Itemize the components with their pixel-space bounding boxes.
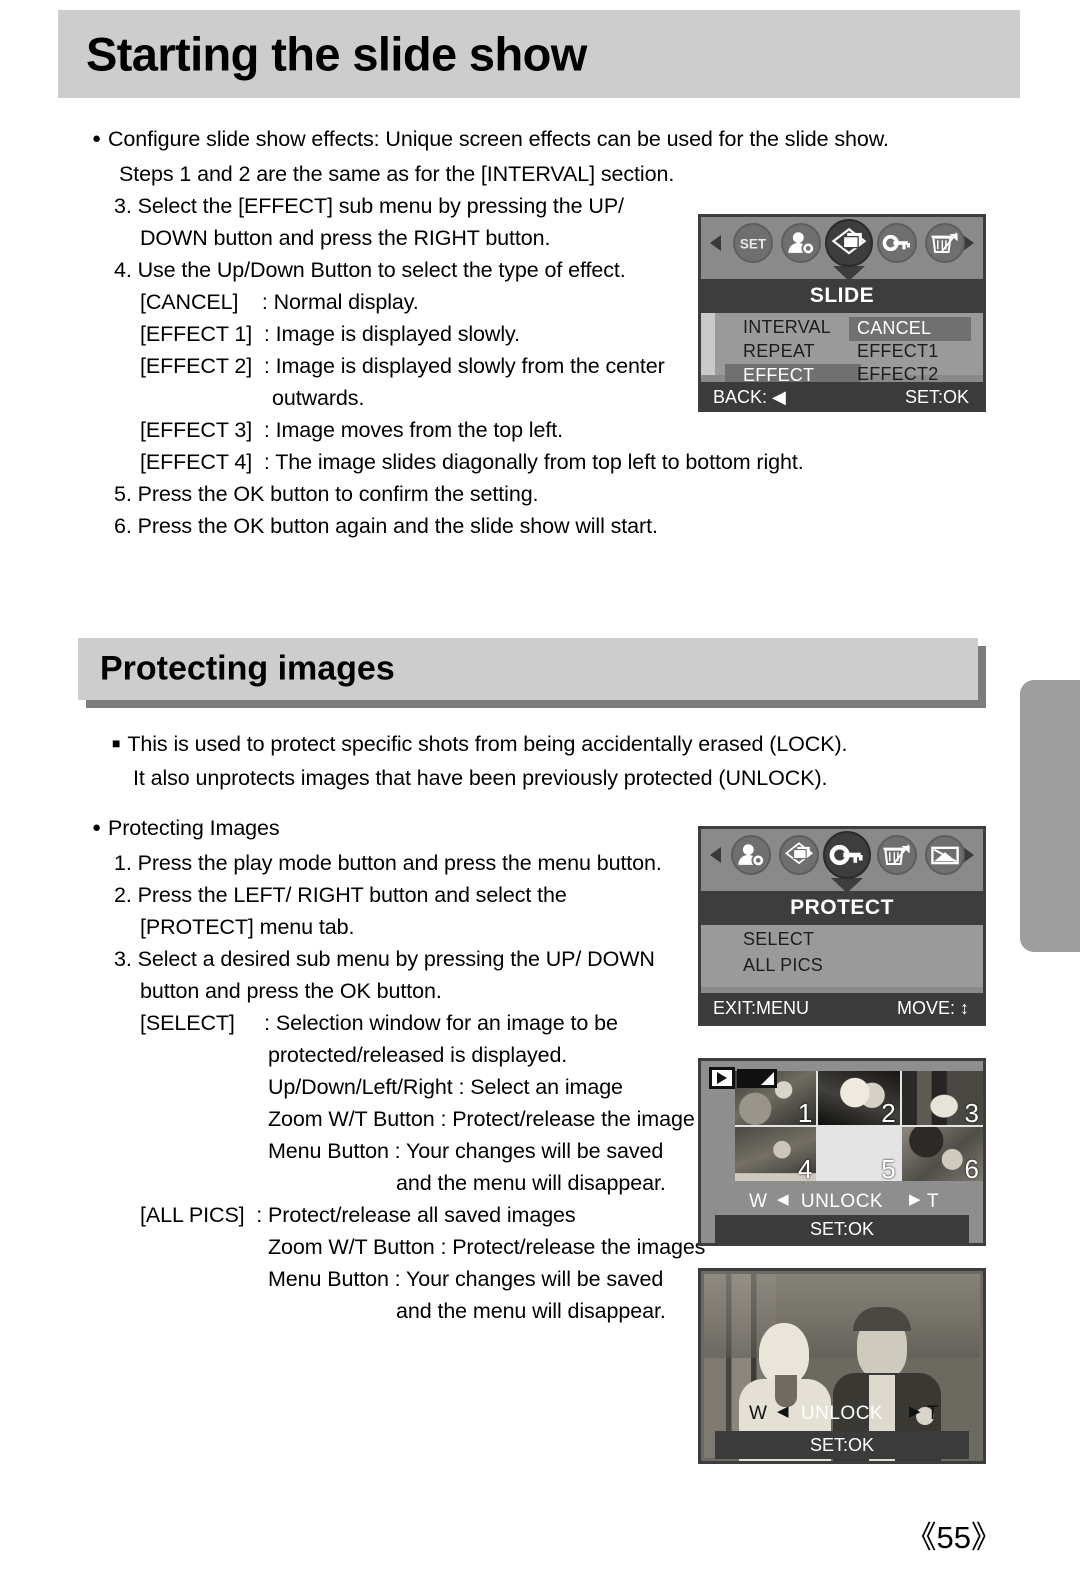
right-triangle-icon: ▶ bbox=[908, 1403, 921, 1420]
setok-bar: SET:OK bbox=[715, 1215, 969, 1243]
zoom-t-label: T bbox=[926, 1191, 939, 1212]
lcd-title-slide: SLIDE bbox=[701, 279, 983, 313]
slideshow-icon[interactable] bbox=[825, 219, 873, 267]
instruction-line: Protecting Images bbox=[92, 812, 705, 847]
battery-icon bbox=[737, 1069, 777, 1088]
delete-trash-icon[interactable] bbox=[925, 223, 965, 263]
thumbnail-item[interactable]: 4 bbox=[735, 1127, 817, 1181]
instruction-line: [EFFECT 4] : The image slides diagonally… bbox=[140, 450, 804, 474]
instruction-line: 5. Press the OK button to confirm the se… bbox=[114, 482, 539, 506]
instruction-line: and the menu will disappear. bbox=[396, 1299, 666, 1323]
tab-notch bbox=[833, 266, 865, 281]
footer-setok-label: SET:OK bbox=[904, 387, 969, 407]
thumbnail-item[interactable]: 5 bbox=[818, 1127, 899, 1181]
thumbnail-number: 6 bbox=[964, 1154, 979, 1181]
header-bar: Protecting images bbox=[78, 638, 978, 700]
intro-line: It also unprotects images that have been… bbox=[133, 766, 828, 790]
zoom-t-label: T bbox=[926, 1403, 939, 1424]
section-header-protecting-images: Protecting images bbox=[78, 638, 986, 708]
instruction-line: [PROTECT] menu tab. bbox=[140, 915, 355, 939]
lcd-title-protect: PROTECT bbox=[701, 891, 983, 925]
submenu-item-effect1[interactable]: EFFECT1 bbox=[857, 341, 938, 362]
thumbnail-number: 2 bbox=[881, 1098, 896, 1125]
instruction-line: Menu Button : Your changes will be saved bbox=[268, 1267, 664, 1291]
footer-exit-label: EXIT:MENU bbox=[713, 998, 810, 1018]
instruction-line: [SELECT] : Selection window for an image… bbox=[140, 1011, 618, 1035]
user-image-icon[interactable] bbox=[731, 835, 771, 875]
instruction-line: 6. Press the OK button again and the sli… bbox=[114, 514, 658, 538]
key-protect-icon[interactable] bbox=[877, 223, 917, 263]
left-arrow-icon[interactable] bbox=[710, 235, 721, 251]
zoom-lock-bar: W ◀ UNLOCK ▶ T bbox=[701, 1399, 983, 1429]
delete-trash-icon[interactable] bbox=[877, 835, 917, 875]
footer-back-label: BACK: ◀ bbox=[713, 387, 786, 407]
thumbnail-item[interactable]: 3 bbox=[901, 1071, 983, 1125]
section-header-slide-show: Starting the slide show bbox=[58, 10, 1020, 98]
lcd-thumbnail-selection: 1 2 3 4 5 6 W ◀ UNLOCK ▶ T SET:OK bbox=[698, 1058, 986, 1246]
protect-intro: This is used to protect specific shots f… bbox=[112, 728, 847, 794]
instruction-line: Up/Down/Left/Right : Select an image bbox=[268, 1075, 623, 1099]
instruction-line: Zoom W/T Button : Protect/release the im… bbox=[268, 1107, 695, 1131]
thumbnail-number: 1 bbox=[797, 1098, 813, 1125]
instruction-line: protected/released is displayed. bbox=[268, 1043, 568, 1067]
thumbnail-number: 3 bbox=[964, 1098, 979, 1125]
thumbnail-item[interactable]: 2 bbox=[818, 1071, 900, 1125]
thumbnail-item[interactable]: 6 bbox=[901, 1127, 983, 1181]
thumbnail-number: 4 bbox=[797, 1154, 813, 1181]
svg-text:SET: SET bbox=[740, 236, 767, 251]
menu-item-repeat[interactable]: REPEAT bbox=[743, 341, 815, 362]
right-triangle-icon: ▶ bbox=[908, 1191, 921, 1208]
instruction-line: [EFFECT 3] : Image moves from the top le… bbox=[140, 418, 563, 442]
instruction-line: [ALL PICS] : Protect/release all saved i… bbox=[140, 1203, 576, 1227]
slideshow-icon[interactable] bbox=[779, 835, 819, 875]
instruction-line: 2. Press the LEFT/ RIGHT button and sele… bbox=[114, 883, 567, 907]
footer-move-label: MOVE: ↕ bbox=[896, 998, 969, 1018]
menu-item-all-pics[interactable]: ALL PICS bbox=[743, 955, 823, 976]
lcd-protect-menu: PROTECT SELECT ALL PICS EXIT:MENU MOVE: … bbox=[698, 826, 986, 1026]
menu-tab-row: SET bbox=[701, 217, 983, 269]
play-mode-icon bbox=[709, 1067, 735, 1089]
instruction-line: and the menu will disappear. bbox=[396, 1171, 666, 1195]
instruction-line: Menu Button : Your changes will be saved bbox=[268, 1139, 664, 1163]
page-number: 《55》 bbox=[905, 1520, 1002, 1555]
dpof-print-icon[interactable] bbox=[925, 835, 965, 875]
menu-item-interval[interactable]: INTERVAL bbox=[743, 317, 831, 338]
tab-notch bbox=[831, 878, 863, 893]
lock-status-label: UNLOCK bbox=[800, 1403, 884, 1424]
left-arrow-icon[interactable] bbox=[710, 847, 721, 863]
intro-line: This is used to protect specific shots f… bbox=[112, 728, 847, 762]
lock-status-label: UNLOCK bbox=[800, 1191, 884, 1212]
instruction-line: Steps 1 and 2 are the same as for the [I… bbox=[119, 162, 675, 186]
page-title: Starting the slide show bbox=[86, 27, 587, 81]
scroll-strip bbox=[701, 313, 715, 375]
instruction-line: 3. Select a desired sub menu by pressing… bbox=[114, 947, 655, 971]
user-image-icon[interactable] bbox=[781, 223, 821, 263]
menu-tab-row bbox=[701, 829, 983, 881]
lcd-single-image: W ◀ UNLOCK ▶ T SET:OK bbox=[698, 1268, 986, 1464]
thumbnail-number: 5 bbox=[881, 1154, 896, 1181]
lcd-footer-slide: BACK: ◀ SET:OK bbox=[701, 382, 983, 412]
setok-bar: SET:OK bbox=[715, 1431, 969, 1459]
instruction-line: 1. Press the play mode button and press … bbox=[114, 851, 662, 875]
instruction-line: button and press the OK button. bbox=[140, 979, 442, 1003]
lcd-footer-protect: EXIT:MENU MOVE: ↕ bbox=[701, 993, 983, 1023]
set-icon[interactable]: SET bbox=[733, 223, 773, 263]
section-title: Protecting images bbox=[100, 649, 395, 688]
submenu-item-cancel[interactable]: CANCEL bbox=[849, 317, 971, 341]
lcd-slide-menu: SET SLIDE INTERVAL REPEAT EFFECT CANCEL … bbox=[698, 214, 986, 412]
menu-item-select[interactable]: SELECT bbox=[743, 929, 814, 950]
side-index-tab bbox=[1020, 680, 1080, 952]
instruction-line: Zoom W/T Button : Protect/release the im… bbox=[268, 1235, 706, 1259]
photo-sky bbox=[704, 1274, 980, 1358]
zoom-lock-bar: W ◀ UNLOCK ▶ T bbox=[701, 1187, 983, 1217]
key-protect-icon[interactable] bbox=[823, 831, 871, 879]
protect-instructions: Protecting Images 1. Press the play mode… bbox=[92, 812, 705, 1327]
instruction-line: Configure slide show effects: Unique scr… bbox=[92, 123, 889, 158]
